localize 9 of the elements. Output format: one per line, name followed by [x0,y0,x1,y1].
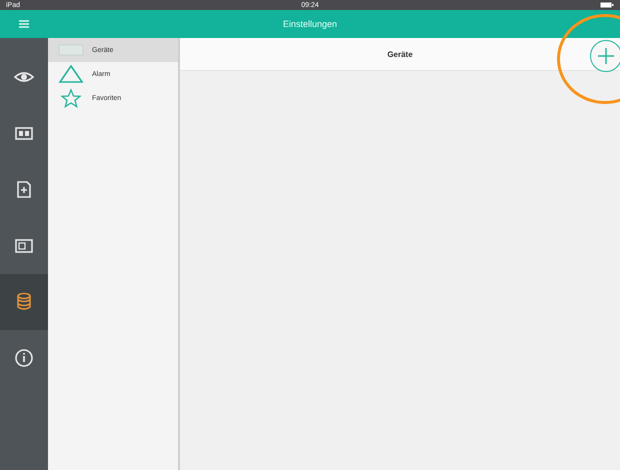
add-icon [596,46,616,66]
nav-title: Einstellungen [282,19,338,29]
detail-header: Geräte [180,38,620,71]
battery-icon [600,2,614,8]
star-icon [58,88,84,108]
warning-icon [58,64,84,84]
sidebar-tab[interactable] [0,274,48,330]
menu-icon [19,20,29,28]
info-icon [13,347,35,369]
